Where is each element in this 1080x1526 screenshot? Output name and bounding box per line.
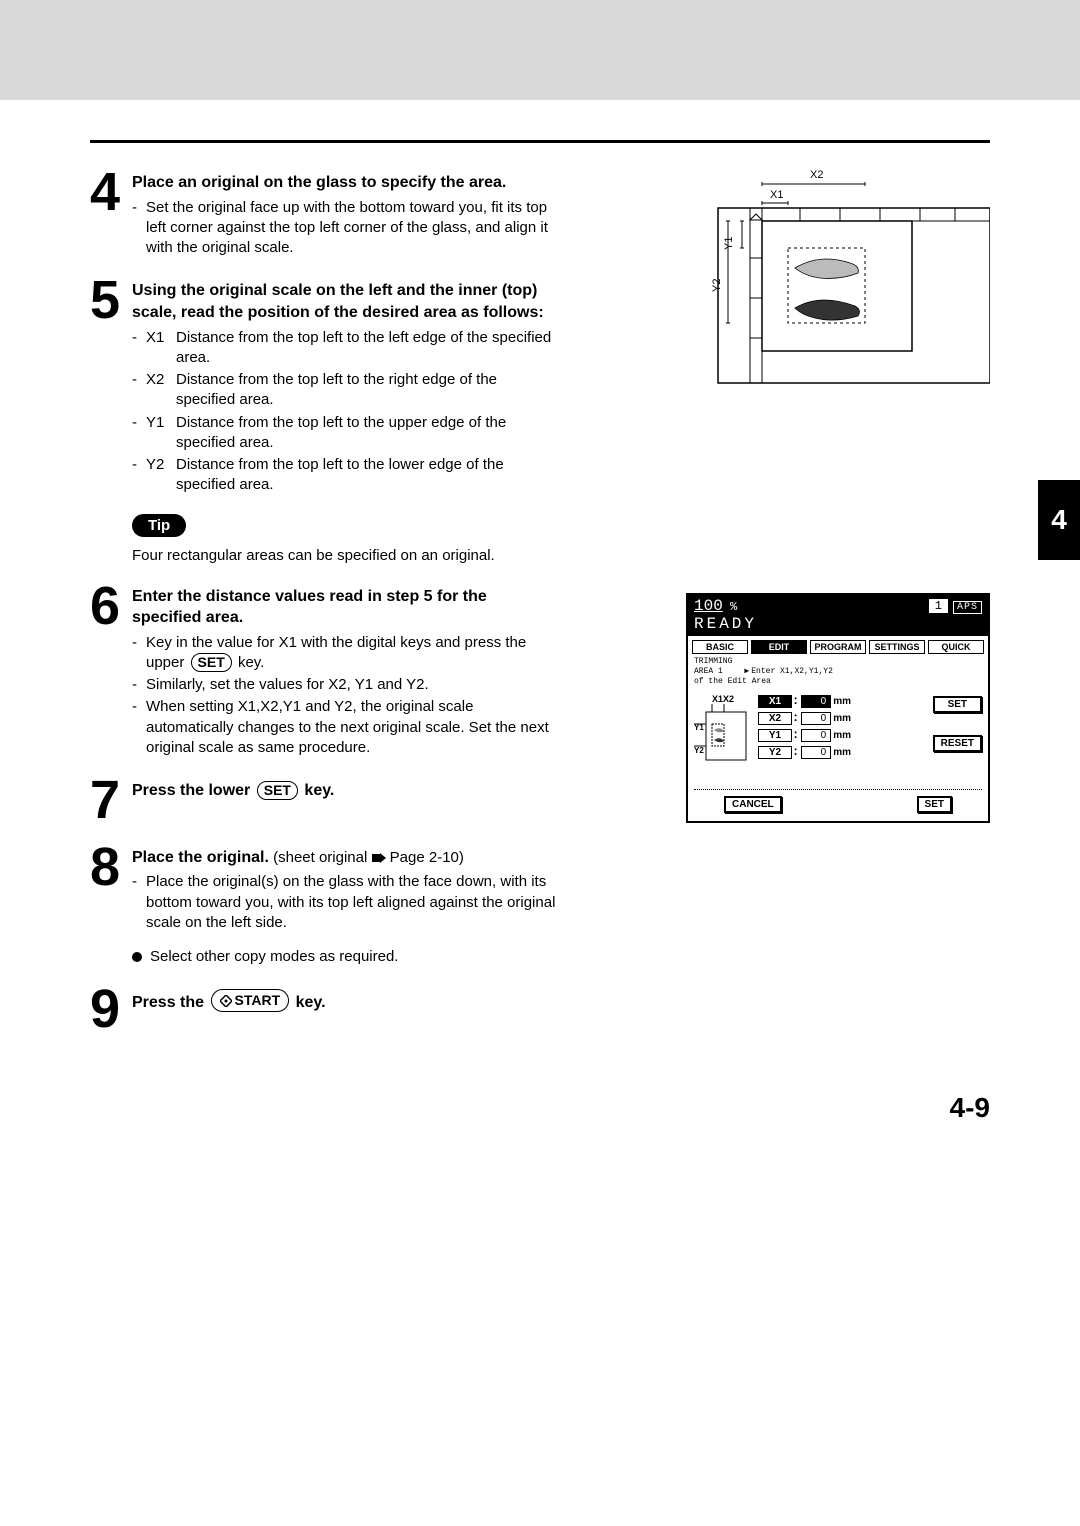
tab-quick[interactable]: QUICK bbox=[928, 640, 984, 654]
tab-settings[interactable]: SETTINGS bbox=[869, 640, 925, 654]
step-4: 4 Place an original on the glass to spec… bbox=[90, 168, 560, 258]
x2-label: X2 bbox=[810, 169, 823, 181]
panel-reset-button[interactable]: RESET bbox=[933, 735, 982, 752]
top-rule bbox=[90, 140, 990, 143]
tab-program[interactable]: PROGRAM bbox=[810, 640, 866, 654]
tip-badge: Tip bbox=[132, 514, 186, 537]
tab-edit[interactable]: EDIT bbox=[751, 640, 807, 654]
step-4-bullet: Set the original face up with the bottom… bbox=[146, 198, 560, 259]
y2-label: Y2 bbox=[711, 279, 723, 292]
page-number: 4-9 bbox=[0, 1092, 1080, 1164]
panel-row-x1: X1:0mm bbox=[758, 694, 927, 708]
header-band bbox=[0, 0, 1080, 100]
step-5: 5 Using the original scale on the left a… bbox=[90, 276, 560, 495]
section-tab: 4 bbox=[1038, 480, 1080, 560]
bullet-icon bbox=[132, 952, 142, 962]
step-4-number: 4 bbox=[90, 168, 132, 217]
set-key: SET bbox=[191, 653, 232, 672]
ready-status: READY bbox=[694, 615, 982, 633]
step-9-number: 9 bbox=[90, 985, 132, 1034]
panel-set-upper-button[interactable]: SET bbox=[933, 696, 982, 713]
step-8-title: Place the original. bbox=[132, 849, 269, 866]
trimming-mode: TRIMMING AREA 1 bbox=[694, 657, 732, 676]
step-6: 6 Enter the distance values read in step… bbox=[90, 582, 560, 759]
step-6-title: Enter the distance values read in step 5… bbox=[132, 588, 487, 627]
panel-cancel-button[interactable]: CANCEL bbox=[724, 796, 782, 813]
zoom-value: 100 bbox=[694, 597, 723, 615]
step-9: 9 Press the START key. bbox=[90, 985, 560, 1034]
x1-label: X1 bbox=[770, 189, 783, 201]
step-6-number: 6 bbox=[90, 582, 132, 631]
tip-text: Four rectangular areas can be specified … bbox=[132, 547, 560, 564]
set-key-lower: SET bbox=[257, 781, 298, 800]
step-7-number: 7 bbox=[90, 776, 132, 825]
control-panel: 100 % 1APS READY BASIC EDIT PROGRAM SETT… bbox=[686, 593, 990, 823]
scanner-diagram: X2 X1 bbox=[710, 168, 990, 393]
step-7: 7 Press the lower SET key. bbox=[90, 776, 560, 825]
y1-label: Y1 bbox=[723, 237, 735, 250]
step-8: 8 Place the original. (sheet original Pa… bbox=[90, 843, 560, 968]
tab-basic[interactable]: BASIC bbox=[692, 640, 748, 654]
panel-set-lower-button[interactable]: SET bbox=[917, 796, 952, 813]
step-4-title: Place an original on the glass to specif… bbox=[132, 174, 506, 191]
aps-indicator: APS bbox=[953, 601, 982, 614]
panel-row-x2: X2:0mm bbox=[758, 711, 927, 725]
step-5-title: Using the original scale on the left and… bbox=[132, 282, 544, 321]
start-key: START bbox=[211, 989, 290, 1012]
copy-count: 1 bbox=[928, 598, 949, 614]
panel-row-y2: Y2:0mm bbox=[758, 745, 927, 759]
step-5-number: 5 bbox=[90, 276, 132, 325]
step-8-number: 8 bbox=[90, 843, 132, 892]
diamond-icon bbox=[220, 995, 232, 1007]
panel-row-y1: Y1:0mm bbox=[758, 728, 927, 742]
page-ref-icon bbox=[372, 853, 386, 863]
panel-mini-diagram: X1X2 Y1 Y2 bbox=[694, 694, 752, 785]
